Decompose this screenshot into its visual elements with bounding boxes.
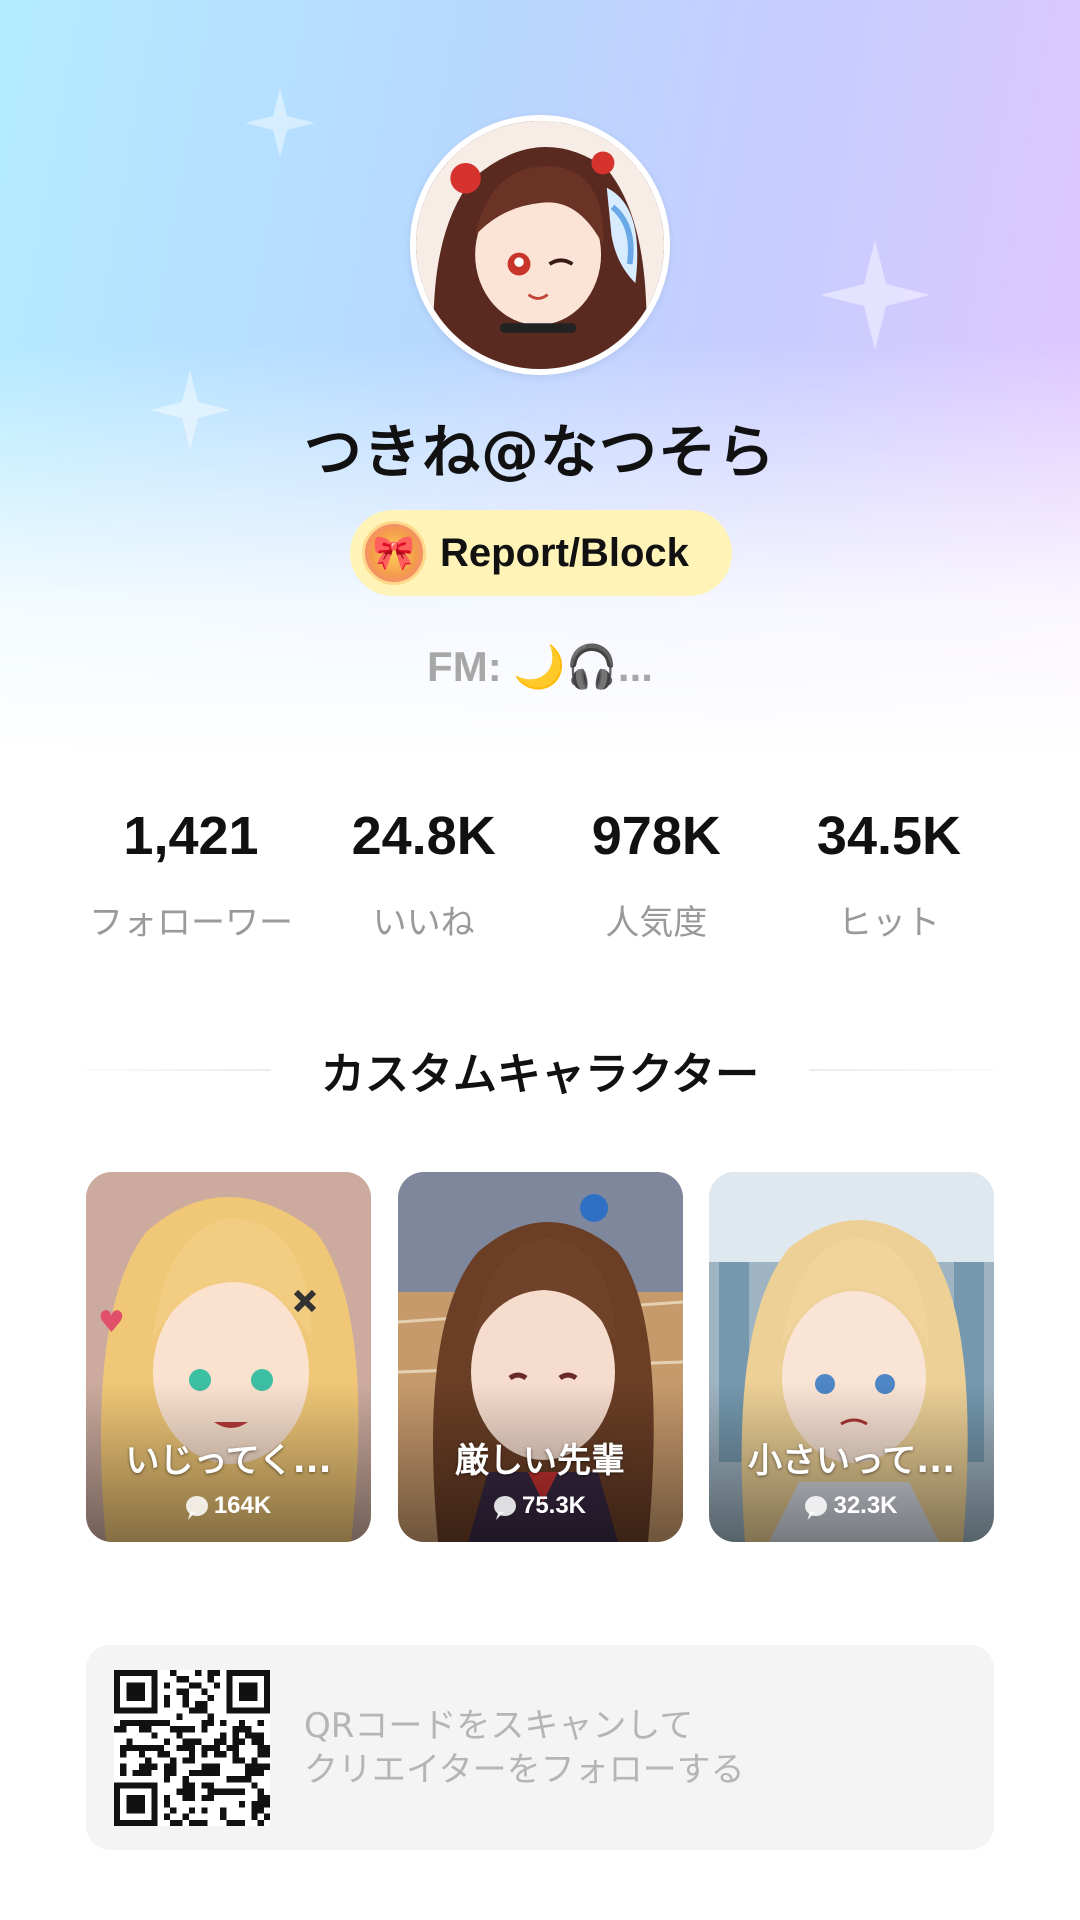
chat-count-value: 164K bbox=[213, 1492, 272, 1519]
character-card[interactable]: ♥ いじってく... 164K bbox=[86, 1172, 371, 1542]
section-title: カスタムキャラクター bbox=[320, 1049, 760, 1100]
chat-count-value: 75.3K bbox=[521, 1492, 587, 1519]
stat-label: 人気度 bbox=[605, 903, 708, 943]
stat-followers[interactable]: 1,421 フォローワー bbox=[75, 805, 307, 945]
stat-label: フォローワー bbox=[89, 903, 293, 943]
chat-count: 32.3K bbox=[709, 1492, 994, 1520]
qr-text-line: QRコードをスキャンして bbox=[304, 1705, 694, 1746]
qr-follow-panel[interactable]: QRコードをスキャンして クリエイターをフォローする bbox=[86, 1645, 994, 1850]
character-name: いじってく... bbox=[125, 1441, 332, 1481]
profile-bio[interactable]: FM: 🌙🎧... bbox=[0, 643, 1080, 692]
profile-stats: 1,421 フォローワー 24.8K いいね 978K 人気度 34.5K ヒッ… bbox=[75, 805, 1005, 945]
chat-count: 164K bbox=[86, 1492, 371, 1520]
report-block-button[interactable]: 🎀 Report/Block bbox=[350, 510, 732, 596]
stat-hits[interactable]: 34.5K ヒット bbox=[773, 805, 1005, 945]
divider bbox=[86, 1069, 271, 1071]
chat-count: 75.3K bbox=[398, 1492, 683, 1520]
stat-label: いいね bbox=[372, 903, 475, 943]
profile-username: つきね@なつそら bbox=[303, 418, 776, 486]
avatar[interactable] bbox=[410, 115, 670, 375]
ribbon-bow-icon: 🎀 bbox=[362, 521, 426, 585]
stat-value: 1,421 bbox=[123, 806, 259, 866]
stat-popularity[interactable]: 978K 人気度 bbox=[540, 805, 772, 945]
chat-bubble-icon bbox=[185, 1496, 208, 1516]
qr-text-line: クリエイターをフォローする bbox=[304, 1749, 745, 1790]
character-list: ♥ いじってく... 164K 厳しい先輩 75.3K 小さいって... 32.… bbox=[86, 1172, 994, 1542]
svg-text:♥: ♥ bbox=[98, 1305, 125, 1340]
character-name: 小さいって... bbox=[747, 1441, 956, 1481]
qr-description: QRコードをスキャンして クリエイターをフォローする bbox=[304, 1704, 745, 1792]
stat-value: 24.8K bbox=[351, 806, 496, 866]
chat-bubble-icon bbox=[805, 1496, 828, 1516]
character-card[interactable]: 小さいって... 32.3K bbox=[709, 1172, 994, 1542]
stat-label: ヒット bbox=[837, 903, 940, 943]
stat-likes[interactable]: 24.8K いいね bbox=[308, 805, 540, 945]
character-card[interactable]: 厳しい先輩 75.3K bbox=[397, 1172, 683, 1542]
stat-value: 978K bbox=[591, 806, 721, 866]
stat-value: 34.5K bbox=[816, 806, 962, 866]
chat-count-value: 32.3K bbox=[833, 1492, 898, 1519]
character-name: 厳しい先輩 bbox=[455, 1441, 625, 1481]
report-block-label: Report/Block bbox=[440, 530, 689, 575]
qr-code bbox=[114, 1669, 270, 1826]
chat-bubble-icon bbox=[493, 1496, 516, 1516]
section-header: カスタムキャラクター bbox=[86, 1040, 994, 1100]
divider bbox=[809, 1069, 994, 1071]
